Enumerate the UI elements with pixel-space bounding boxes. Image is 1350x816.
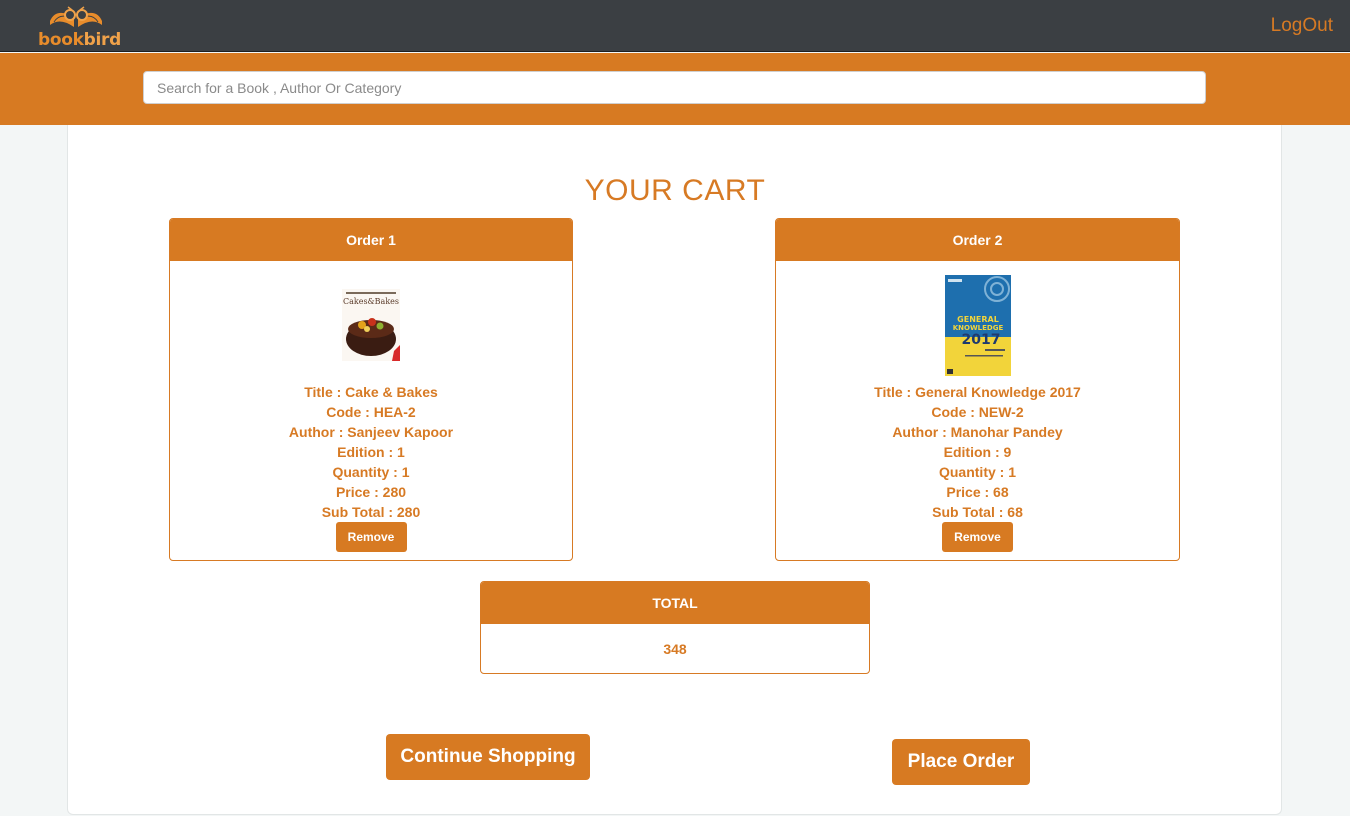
book-cover-image: GENERAL KNOWLEDGE 2017	[944, 275, 1011, 376]
total-heading: TOTAL	[481, 582, 869, 624]
bookbird-logo[interactable]: bookbird	[36, 3, 121, 50]
book-code: Code : HEA-2	[326, 404, 416, 420]
search-bar	[0, 53, 1350, 125]
owl-book-icon	[50, 6, 102, 27]
search-input[interactable]	[143, 71, 1206, 104]
book-title: Title : General Knowledge 2017	[874, 384, 1081, 400]
total-value: 348	[663, 641, 687, 657]
book-title: Title : Cake & Bakes	[304, 384, 438, 400]
order-heading: Order 1	[170, 219, 572, 261]
book-price: Price : 68	[946, 484, 1009, 500]
top-navbar: bookbird LogOut	[0, 0, 1350, 52]
order-heading: Order 2	[776, 219, 1179, 261]
svg-text:GENERAL: GENERAL	[957, 315, 999, 324]
svg-text:Cakes&Bakes: Cakes&Bakes	[343, 297, 399, 306]
logout-link[interactable]: LogOut	[1271, 15, 1333, 37]
continue-shopping-button[interactable]: Continue Shopping	[386, 734, 590, 780]
page-title: YOUR CART	[584, 174, 766, 207]
book-code: Code : NEW-2	[931, 404, 1024, 420]
svg-text:KNOWLEDGE: KNOWLEDGE	[952, 324, 1003, 332]
book-price: Price : 280	[335, 484, 407, 500]
place-order-button[interactable]: Place Order	[892, 739, 1030, 785]
book-edition: Edition : 9	[943, 444, 1012, 460]
book-subtotal: Sub Total : 68	[932, 504, 1023, 520]
svg-text:2017: 2017	[961, 332, 1000, 348]
book-subtotal: Sub Total : 280	[321, 504, 421, 520]
logo-wordmark: bookbird	[38, 30, 121, 50]
book-edition: Edition : 1	[337, 444, 405, 460]
book-cover-image: Cakes&Bakes	[342, 289, 400, 361]
order-card: Order 2 GENERAL KNOWLEDGE 2017 Title : G…	[775, 218, 1180, 561]
order-card: Order 1 Cakes&Bakes Title : Cake & Bakes…	[169, 218, 573, 561]
book-quantity: Quantity : 1	[938, 464, 1016, 480]
total-card: TOTAL 348	[480, 581, 870, 674]
book-author: Author : Sanjeev Kapoor	[288, 424, 454, 440]
book-author: Author : Manohar Pandey	[892, 424, 1063, 440]
remove-button[interactable]: Remove	[942, 522, 1013, 552]
book-quantity: Quantity : 1	[332, 464, 410, 480]
remove-button[interactable]: Remove	[335, 522, 407, 552]
